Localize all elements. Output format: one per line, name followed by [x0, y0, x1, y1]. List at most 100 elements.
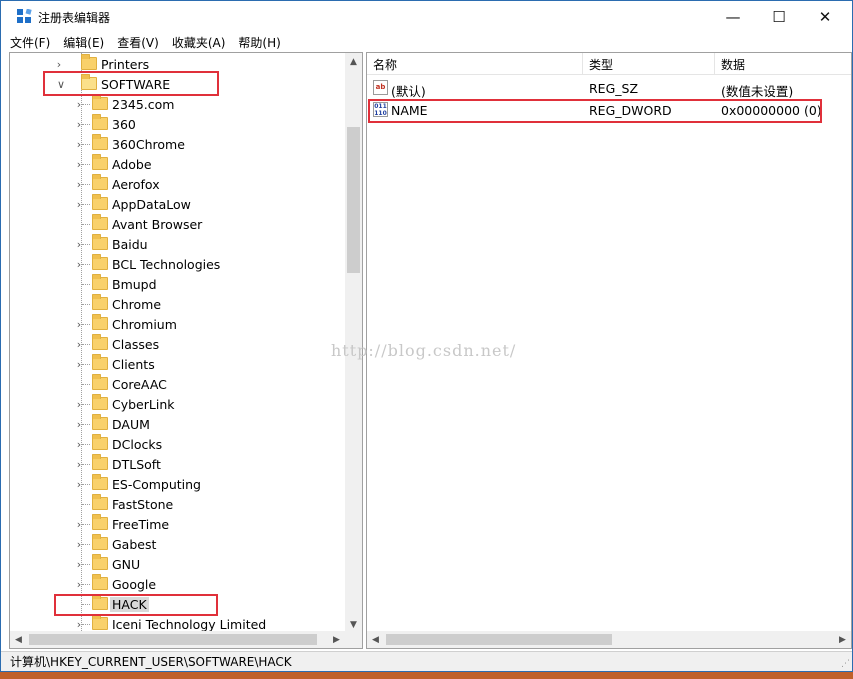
folder-icon [92, 554, 108, 570]
tree-item-coreaac[interactable]: CoreAAC [10, 374, 345, 394]
folder-icon [92, 394, 108, 410]
folder-icon [92, 114, 108, 130]
tree-item-chromium[interactable]: › Chromium [10, 314, 345, 334]
chevron-right-icon[interactable]: › [53, 54, 65, 74]
tree-guide-line [82, 444, 90, 445]
value-data: (数值未设置) [721, 84, 794, 99]
tree-guide-line [82, 324, 90, 325]
list-horizontal-scrollbar[interactable]: ◀ ▶ [367, 631, 851, 648]
tree-guide-line [82, 504, 90, 505]
minimize-button[interactable]: — [710, 1, 756, 32]
tree-item-es-computing[interactable]: › ES-Computing [10, 474, 345, 494]
tree-item-360chrome[interactable]: › 360Chrome [10, 134, 345, 154]
folder-icon [92, 534, 108, 550]
column-header-data[interactable]: 数据 [715, 53, 851, 75]
menu-favorites[interactable]: 收藏夹(A) [172, 34, 226, 51]
tree-item-gabest[interactable]: › Gabest [10, 534, 345, 554]
tree-item-faststone[interactable]: FastStone [10, 494, 345, 514]
folder-icon [92, 614, 108, 630]
scroll-right-icon[interactable]: ▶ [328, 631, 345, 648]
resize-grip-icon[interactable]: ⋰ [841, 659, 850, 669]
scroll-thumb[interactable] [29, 634, 317, 645]
tree-guide-line [82, 304, 90, 305]
menu-help[interactable]: 帮助(H) [238, 34, 280, 51]
tree-horizontal-scrollbar[interactable]: ◀ ▶ [10, 631, 362, 648]
tree-guide-line [82, 604, 90, 605]
title-bar[interactable]: 注册表编辑器 — ☐ ✕ [1, 1, 852, 32]
folder-icon [92, 254, 108, 270]
tree-item-freetime[interactable]: › FreeTime [10, 514, 345, 534]
tree-item-label: 2345.com [112, 97, 175, 112]
scroll-thumb[interactable] [347, 127, 360, 273]
folder-icon [92, 194, 108, 210]
tree-item-label: Aerofox [112, 177, 160, 192]
folder-icon [92, 174, 108, 190]
tree-item-label: DTLSoft [112, 457, 161, 472]
tree-guide-line [82, 104, 90, 105]
tree-guide-line [82, 484, 90, 485]
tree-guide-line [82, 164, 90, 165]
tree-item-clients[interactable]: › Clients [10, 354, 345, 374]
tree-guide-line [82, 544, 90, 545]
tree-item-software[interactable]: ∨ SOFTWARE [10, 74, 345, 94]
tree-item-label: 360Chrome [112, 137, 185, 152]
tree-item-label: Clients [112, 357, 155, 372]
menu-edit[interactable]: 编辑(E) [63, 34, 104, 51]
value-name: NAME [391, 103, 428, 118]
scroll-right-icon[interactable]: ▶ [834, 631, 851, 648]
folder-icon [92, 434, 108, 450]
tree-item-printers[interactable]: › Printers [10, 54, 345, 74]
scroll-thumb[interactable] [386, 634, 612, 645]
menu-file[interactable]: 文件(F) [10, 34, 50, 51]
tree-item-360[interactable]: › 360 [10, 114, 345, 134]
chevron-down-icon[interactable]: ∨ [55, 74, 67, 94]
tree-item-label: ES-Computing [112, 477, 201, 492]
tree-guide-line [82, 184, 90, 185]
tree-item-adobe[interactable]: › Adobe [10, 154, 345, 174]
tree-item-dtlsoft[interactable]: › DTLSoft [10, 454, 345, 474]
tree-item-cyberlink[interactable]: › CyberLink [10, 394, 345, 414]
tree-item-2345-com[interactable]: › 2345.com [10, 94, 345, 114]
folder-icon [92, 314, 108, 330]
tree-guide-line [82, 584, 90, 585]
column-header-type[interactable]: 类型 [583, 53, 715, 75]
tree-item-dclocks[interactable]: › DClocks [10, 434, 345, 454]
tree-item-label: AppDataLow [112, 197, 191, 212]
tree-item-bcl-technologies[interactable]: › BCL Technologies [10, 254, 345, 274]
tree-item-appdatalow[interactable]: › AppDataLow [10, 194, 345, 214]
registry-editor-window: 注册表编辑器 — ☐ ✕ 文件(F) 编辑(E) 查看(V) 收藏夹(A) 帮助… [0, 0, 853, 672]
menu-view[interactable]: 查看(V) [117, 34, 159, 51]
tree-guide-line [82, 524, 90, 525]
tree-item-hack[interactable]: HACK [10, 594, 345, 614]
scroll-left-icon[interactable]: ◀ [10, 631, 27, 648]
tree-item-classes[interactable]: › Classes [10, 334, 345, 354]
folder-icon [92, 334, 108, 350]
list-item-name[interactable]: 011 110 NAME REG_DWORD 0x00000000 (0) [367, 99, 851, 121]
close-button[interactable]: ✕ [802, 1, 848, 32]
dword-value-icon: 011 110 [373, 102, 388, 117]
tree-item-chrome[interactable]: Chrome [10, 294, 345, 314]
tree-item-label: Baidu [112, 237, 148, 252]
tree-item-aerofox[interactable]: › Aerofox [10, 174, 345, 194]
value-type: REG_SZ [589, 81, 639, 96]
tree-item-google[interactable]: › Google [10, 574, 345, 594]
scroll-up-icon[interactable]: ▲ [345, 53, 362, 70]
tree-item-baidu[interactable]: › Baidu [10, 234, 345, 254]
folder-icon [92, 454, 108, 470]
tree-item-label: Gabest [112, 537, 157, 552]
maximize-button[interactable]: ☐ [756, 1, 802, 32]
tree-item-label: BCL Technologies [112, 257, 221, 272]
tree-guide-line [82, 284, 90, 285]
window-title: 注册表编辑器 [38, 11, 111, 25]
tree-item-label: GNU [112, 557, 141, 572]
tree-item-bmupd[interactable]: Bmupd [10, 274, 345, 294]
column-header-name[interactable]: 名称 [367, 53, 583, 75]
tree-item-avant-browser[interactable]: Avant Browser [10, 214, 345, 234]
tree-item-daum[interactable]: › DAUM [10, 414, 345, 434]
tree-item-label: FreeTime [112, 517, 170, 532]
scroll-left-icon[interactable]: ◀ [367, 631, 384, 648]
tree-item-gnu[interactable]: › GNU [10, 554, 345, 574]
folder-icon [92, 474, 108, 490]
list-item-default[interactable]: ab (默认) REG_SZ (数值未设置) [367, 77, 851, 99]
folder-icon [92, 374, 108, 390]
